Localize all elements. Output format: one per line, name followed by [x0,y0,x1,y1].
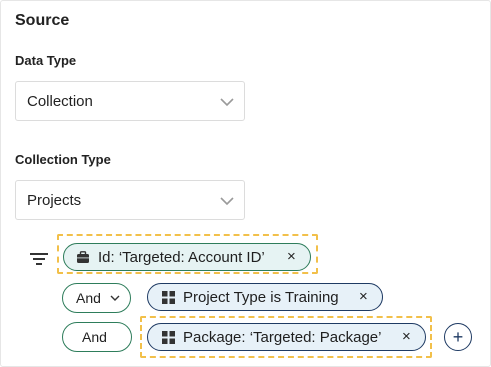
data-type-value: Collection [27,93,93,110]
close-icon[interactable]: × [359,289,369,304]
filter-icon[interactable] [30,251,48,267]
source-panel: Source Data Type Collection Collection T… [0,0,491,367]
grid-icon [162,290,175,304]
operator-label: And [76,290,101,306]
close-icon[interactable]: × [402,329,412,344]
chevron-down-icon [220,197,234,206]
briefcase-icon [77,250,89,263]
filter-chip-label: Id: ‘Targeted: Account ID’ [98,248,265,266]
data-type-select[interactable]: Collection [15,81,245,121]
chevron-down-icon [110,295,120,301]
filter-chip-project-type[interactable]: Project Type is Training × [147,283,383,311]
chevron-down-icon [220,98,234,107]
grid-icon [162,330,175,344]
filter-chip-package[interactable]: Package: ‘Targeted: Package’ × [147,323,426,351]
filter-chip-label: Project Type is Training [183,288,339,306]
collection-type-label: Collection Type [15,152,111,167]
add-filter-button[interactable]: + [444,323,472,351]
collection-type-value: Projects [27,192,82,209]
filter-chip-account-id[interactable]: Id: ‘Targeted: Account ID’ × [63,243,311,271]
operator-dropdown-and[interactable]: And [62,283,131,313]
filter-chip-label: Package: ‘Targeted: Package’ [183,328,382,346]
collection-type-select[interactable]: Projects [15,180,245,220]
close-icon[interactable]: × [287,249,297,264]
operator-label: And [82,329,107,345]
section-title: Source [15,12,70,29]
data-type-label: Data Type [15,53,77,68]
operator-button-and[interactable]: And [62,322,132,352]
